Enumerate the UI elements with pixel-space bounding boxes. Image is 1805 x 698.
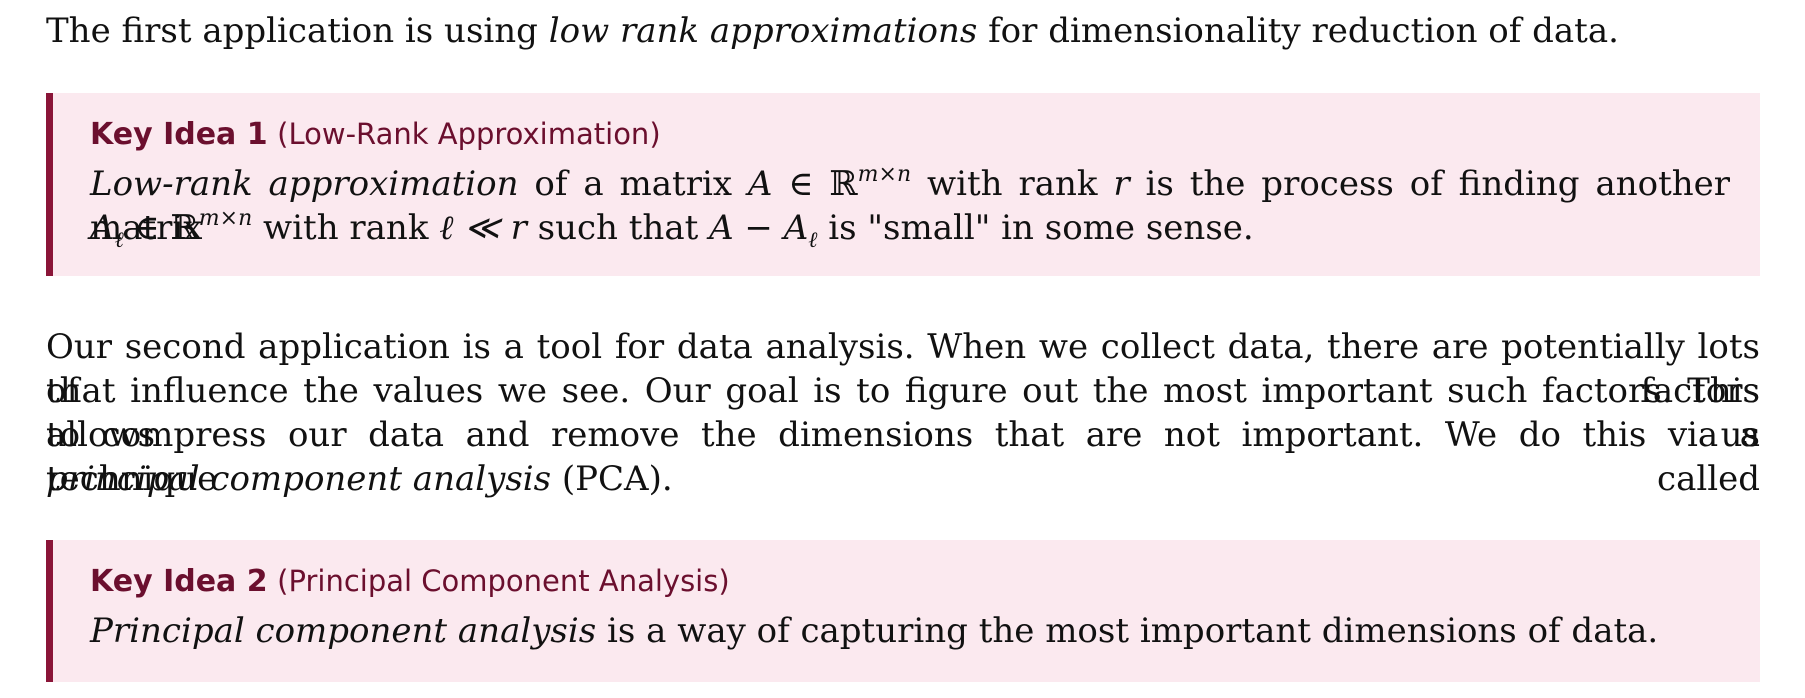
second-paragraph-line: Our second application is a tool for dat…	[46, 327, 1760, 411]
key-idea-1-heading: Key Idea 1 (Low-Rank Approximation)	[90, 117, 661, 152]
key-idea-1-text: is "small" in some sense.	[817, 208, 1254, 248]
key-idea-2-emphasis: Principal component analysis	[90, 611, 597, 651]
math-element-of-reals: ∈ ℝ	[123, 208, 199, 248]
math-dimension-superscript: m×n	[198, 206, 253, 231]
key-idea-1-box: Key Idea 1 (Low-Rank Approximation) Low-…	[46, 93, 1760, 276]
intro-text-start: The first application is using	[46, 11, 549, 51]
key-idea-1-subtitle: (Low-Rank Approximation)	[277, 117, 661, 151]
key-idea-1-body: Low-rank approximation of a matrix A ∈ ℝ…	[90, 162, 1730, 253]
key-idea-1-text: with rank	[252, 208, 440, 248]
intro-emphasis: low rank approximations	[548, 11, 978, 51]
key-idea-1-text: with rank	[911, 164, 1114, 204]
math-difference-expression: A − A	[709, 208, 809, 248]
second-paragraph-text-end: (PCA).	[551, 459, 673, 499]
key-idea-1-line-1: Low-rank approximation of a matrix A ∈ ℝ…	[90, 162, 1730, 249]
math-matrix-a: A	[747, 164, 773, 204]
intro-text-end: for dimensionality reduction of data.	[977, 11, 1619, 51]
math-matrix-a: A	[90, 208, 115, 248]
key-idea-1-text: of a matrix	[518, 164, 748, 204]
second-paragraph-line: that influence the values we see. Our go…	[46, 371, 1760, 455]
math-element-of-reals: ∈ ℝ	[772, 164, 858, 204]
key-idea-2-box: Key Idea 2 (Principal Component Analysis…	[46, 540, 1760, 682]
key-idea-2-body: Principal component analysis is a way of…	[90, 609, 1730, 653]
key-idea-2-text: is a way of capturing the most important…	[596, 611, 1659, 651]
key-idea-2-subtitle: (Principal Component Analysis)	[277, 564, 730, 598]
pca-emphasis: principal component analysis	[46, 459, 552, 499]
key-idea-1-text: such that	[526, 208, 710, 248]
math-rank-relation: ℓ ≪ r	[439, 208, 527, 248]
key-idea-1-line-2: Aℓ ∈ ℝm×n with rank ℓ ≪ r such that A − …	[90, 206, 1730, 253]
key-idea-2-line: Principal component analysis is a way of…	[90, 609, 1730, 653]
key-idea-2-heading: Key Idea 2 (Principal Component Analysis…	[90, 564, 730, 599]
second-paragraph-line: to compress our data and remove the dime…	[46, 415, 1760, 499]
key-idea-1-title: Key Idea 1	[90, 117, 268, 152]
intro-paragraph: The first application is using low rank …	[46, 9, 1619, 53]
math-dimension-superscript: m×n	[857, 162, 912, 187]
key-idea-2-title: Key Idea 2	[90, 564, 268, 599]
math-ell-subscript: ℓ	[114, 228, 124, 253]
math-rank-r: r	[1113, 164, 1130, 204]
key-idea-1-emphasis: Low-rank approximation	[90, 164, 519, 204]
second-paragraph: Our second application is a tool for dat…	[46, 325, 1760, 501]
